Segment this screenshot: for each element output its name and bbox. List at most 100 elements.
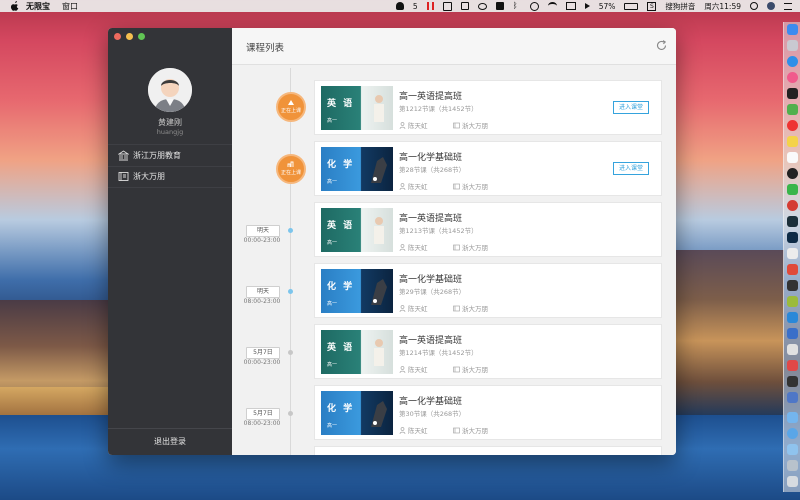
bluetooth-icon[interactable]: ᛒ [513, 2, 521, 10]
notification-center-icon[interactable] [784, 2, 792, 10]
hand-icon [371, 157, 387, 183]
course-card[interactable]: 英 语 高一 高一英语提高班 第1214节课（共1452节） 陈天虹 浙大万朋 [314, 324, 662, 379]
input-method[interactable]: 搜狗拼音 [665, 1, 695, 12]
sidebar-item-label: 浙大万朋 [133, 172, 165, 181]
course-card-partial[interactable] [314, 446, 662, 455]
person-icon [399, 365, 406, 373]
app-icon-27[interactable] [787, 444, 798, 455]
close-window-button[interactable] [114, 33, 121, 40]
finder-icon[interactable] [787, 24, 798, 35]
logout-button[interactable]: 退出登录 [108, 428, 232, 455]
timemachine-icon[interactable] [529, 1, 539, 11]
course-thumbnail: 化 学 高一 [321, 391, 393, 435]
course-teacher: 陈天虹 [399, 181, 428, 191]
app-icon-15[interactable] [787, 248, 798, 259]
school-icon [453, 244, 460, 250]
eye-icon[interactable] [477, 2, 487, 10]
course-thumbnail: 化 学 高一 [321, 147, 393, 191]
enter-classroom-button[interactable]: 进入课堂 [613, 162, 649, 175]
refresh-icon[interactable] [655, 39, 668, 52]
app-icon-18[interactable] [787, 296, 798, 307]
app-icon-20[interactable] [787, 328, 798, 339]
app-icon-24[interactable] [787, 392, 798, 403]
thumbnail-subject: 化 学 [327, 404, 355, 414]
trash-icon[interactable] [787, 476, 798, 487]
school-name: 浙大万朋 [462, 427, 488, 435]
notification-icon[interactable] [395, 2, 404, 10]
course-progress: 第29节课（共268节） [399, 288, 466, 296]
course-school: 浙大万朋 [453, 181, 488, 191]
person-icon [399, 426, 406, 434]
course-title: 高一英语提高班 [399, 214, 463, 224]
photoshop-icon[interactable] [787, 232, 798, 243]
course-title: 高一化学基础班 [399, 275, 463, 285]
wechat-icon[interactable] [787, 184, 798, 195]
terminal-icon[interactable] [787, 88, 798, 99]
enter-classroom-button[interactable]: 进入课堂 [613, 101, 649, 114]
course-card[interactable]: 化 学 高一 高一化学基础班 第28节课（共268节） 陈天虹 浙大万朋 进入课… [314, 141, 662, 196]
notes-icon[interactable] [787, 136, 798, 147]
app-icon-19[interactable] [787, 312, 798, 323]
battery-percent[interactable]: 57% [599, 2, 616, 11]
schedule-time: 00:00-23:00 [243, 237, 281, 244]
weibo-icon[interactable] [787, 120, 798, 131]
maps-icon[interactable] [787, 104, 798, 115]
sogou-icon[interactable]: S [647, 1, 657, 11]
schedule-date: 明天 [246, 225, 280, 237]
xmind-icon[interactable] [787, 264, 798, 275]
itunes-icon[interactable] [787, 72, 798, 83]
menu-app-name[interactable]: 无限宝 [26, 1, 50, 12]
course-card[interactable]: 化 学 高一 高一化学基础班 第30节课（共268节） 陈天虹 浙大万朋 [314, 385, 662, 440]
course-thumbnail: 英 语 高一 [321, 86, 393, 130]
screen-record-icon[interactable] [442, 1, 452, 11]
zoom-window-button[interactable] [138, 33, 145, 40]
calendar-icon[interactable] [787, 152, 798, 163]
wifi-icon[interactable] [547, 2, 557, 10]
app-icon-22[interactable] [787, 360, 798, 371]
menubar-clock[interactable]: 周六11:59 [704, 1, 741, 12]
course-progress: 第1213节课（共1452节） [399, 227, 478, 235]
app-icon-21[interactable] [787, 344, 798, 355]
pause-icon[interactable] [426, 2, 434, 10]
airplay-icon[interactable] [565, 2, 576, 10]
school-icon [453, 122, 460, 128]
lightroom-icon[interactable] [787, 216, 798, 227]
app-icon-23[interactable] [787, 376, 798, 387]
folder-icon[interactable] [787, 412, 798, 423]
course-thumbnail: 化 学 高一 [321, 269, 393, 313]
user-avatar-icon[interactable] [767, 2, 775, 10]
avatar[interactable] [148, 68, 192, 112]
timeline-line [290, 68, 291, 455]
hand-icon [371, 279, 387, 305]
battery-icon[interactable] [624, 2, 639, 10]
downloads-icon[interactable] [787, 428, 798, 439]
safari-icon[interactable] [787, 56, 798, 67]
teacher-name: 陈天虹 [408, 366, 428, 374]
school-icon [453, 183, 460, 189]
course-card[interactable]: 英 语 高一 高一英语提高班 第1213节课（共1452节） 陈天虹 浙大万朋 [314, 202, 662, 257]
netease-icon[interactable] [787, 200, 798, 211]
school-icon [453, 366, 460, 372]
launchpad-icon[interactable] [787, 40, 798, 51]
course-card[interactable]: 英 语 高一 高一英语提高班 第1212节课（共1452节） 陈天虹 浙大万朋 … [314, 80, 662, 135]
search-icon[interactable] [750, 2, 758, 10]
menu-window[interactable]: 窗口 [62, 1, 78, 12]
course-teacher: 陈天虹 [399, 303, 428, 313]
minimize-window-button[interactable] [126, 33, 133, 40]
page-title: 课程列表 [246, 43, 285, 54]
display-icon[interactable] [495, 2, 504, 10]
lock-icon[interactable] [460, 2, 469, 10]
app-icon-17[interactable] [787, 280, 798, 291]
sidebar-item-zheda-wanpeng[interactable]: 浙大万朋 [108, 166, 232, 188]
sidebar-item-zhejiang-wanpeng[interactable]: 浙江万朋教育 [108, 144, 232, 167]
book-icon [118, 172, 129, 181]
app-icon-28[interactable] [787, 460, 798, 471]
apple-menu-icon[interactable] [10, 1, 20, 11]
sidebar: 黄建刚 huangjg 浙江万朋教育 浙大万朋 退出登录 [108, 28, 232, 455]
qq-icon[interactable] [787, 168, 798, 179]
avatar-person-icon [148, 68, 192, 112]
teacher-name: 陈天虹 [408, 427, 428, 435]
course-card[interactable]: 化 学 高一 高一化学基础班 第29节课（共268节） 陈天虹 浙大万朋 [314, 263, 662, 318]
volume-icon[interactable] [584, 3, 590, 9]
school-name: 浙大万朋 [462, 183, 488, 191]
